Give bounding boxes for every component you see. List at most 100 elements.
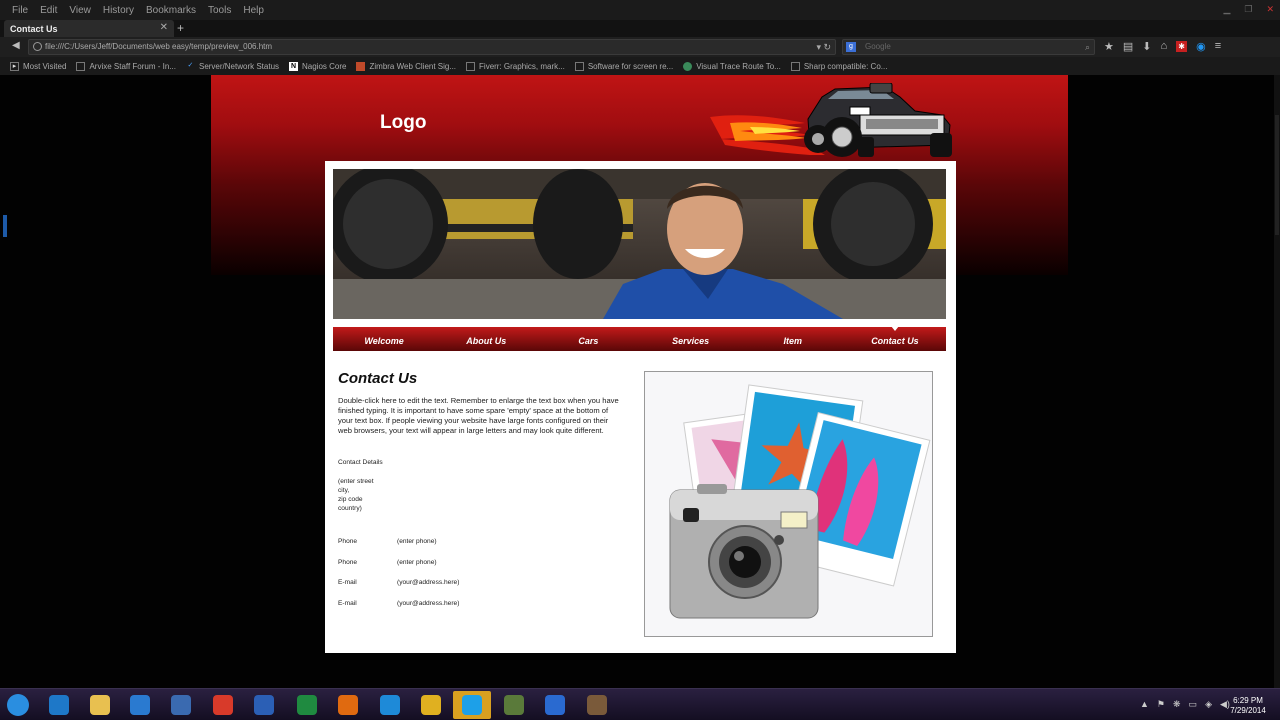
- bookmark-label: Sharp compatible: Co...: [803, 61, 888, 71]
- star-bookmark-icon[interactable]: ★: [1104, 40, 1114, 53]
- chrome-icon[interactable]: [421, 695, 441, 715]
- search-placeholder: Google: [865, 42, 891, 51]
- menu-file[interactable]: File: [6, 5, 34, 16]
- bookmark-arvixe[interactable]: Arvixe Staff Forum - In...: [76, 61, 176, 71]
- address-bar[interactable]: file:///C:/Users/Jeff/Documents/web easy…: [28, 39, 836, 55]
- tool-icon[interactable]: [587, 695, 607, 715]
- menu-edit[interactable]: Edit: [34, 5, 63, 16]
- ie-pinned-icon[interactable]: [49, 695, 69, 715]
- firefox-icon[interactable]: [338, 695, 358, 715]
- bookmark-software[interactable]: Software for screen re...: [574, 61, 674, 71]
- excel-icon[interactable]: [297, 695, 317, 715]
- vertical-scrollbar[interactable]: [1274, 75, 1280, 688]
- bookmark-sharp[interactable]: Sharp compatible: Co...: [790, 61, 888, 71]
- shield-tray-icon[interactable]: ◈: [1205, 699, 1212, 710]
- restore-icon[interactable]: ❐: [1244, 4, 1252, 15]
- page-icon: [790, 61, 800, 71]
- bookmark-label: Zimbra Web Client Sig...: [369, 61, 457, 71]
- menu-history[interactable]: History: [97, 5, 140, 16]
- screen: File Edit View History Bookmarks Tools H…: [0, 0, 1280, 720]
- clock-date: 7/29/2014: [1230, 706, 1266, 715]
- bookmark-zimbra[interactable]: Zimbra Web Client Sig...: [356, 61, 457, 71]
- navigation-toolbar: ◀ file:///C:/Users/Jeff/Documents/web ea…: [0, 37, 1280, 57]
- hero-mechanic-photo: [333, 169, 946, 319]
- nav-contact-us[interactable]: Contact Us: [844, 326, 946, 351]
- new-tab-icon[interactable]: +: [177, 21, 184, 35]
- search-engine-icon[interactable]: g: [846, 42, 856, 52]
- nav-item[interactable]: Item: [742, 327, 844, 351]
- addon-red-icon[interactable]: ✱: [1176, 41, 1188, 52]
- close-window-icon[interactable]: ✕: [1266, 4, 1274, 15]
- scrollbar-thumb[interactable]: [1275, 115, 1279, 235]
- tab-contact-us[interactable]: Contact Us ✕: [4, 20, 174, 37]
- internet-explorer-icon[interactable]: [380, 695, 400, 715]
- bookmark-icon: ▸: [10, 61, 19, 71]
- camera-photo-placeholder: [644, 371, 933, 637]
- email-label-2: E-mail: [338, 600, 357, 607]
- url-text: file:///C:/Users/Jeff/Documents/web easy…: [45, 42, 273, 51]
- email-value-2[interactable]: (your@address.here): [397, 599, 459, 608]
- globe-icon: [683, 61, 693, 71]
- menu-view[interactable]: View: [63, 5, 97, 16]
- menu-bookmarks[interactable]: Bookmarks: [140, 5, 202, 16]
- address-city: city,: [338, 487, 350, 494]
- close-tab-icon[interactable]: ✕: [160, 22, 168, 33]
- content-panel: Welcome About Us Cars Services Item Cont…: [325, 161, 956, 653]
- app-icon[interactable]: [504, 695, 524, 715]
- page-icon: [76, 61, 86, 71]
- page-icon: [466, 61, 476, 71]
- background-window-accent: [3, 215, 7, 237]
- nagios-n-icon: N: [289, 61, 299, 71]
- bookmark-most-visited[interactable]: ▸ Most Visited: [10, 61, 67, 71]
- page-info-icon[interactable]: [33, 42, 42, 51]
- tab-title: Contact Us: [10, 23, 58, 34]
- nav-services[interactable]: Services: [640, 327, 742, 351]
- bookmark-label: Software for screen re...: [587, 61, 674, 71]
- network-globe-icon[interactable]: [545, 695, 565, 715]
- page-title: Contact Us: [338, 370, 418, 387]
- bookmark-fiverr[interactable]: Fiverr: Graphics, mark...: [466, 61, 565, 71]
- bookmark-trace-route[interactable]: Visual Trace Route To...: [683, 61, 781, 71]
- bookmark-nagios[interactable]: N Nagios Core: [289, 61, 346, 71]
- download-icon[interactable]: ⬇: [1142, 40, 1151, 53]
- start-orb-icon[interactable]: [7, 694, 29, 716]
- nav-welcome[interactable]: Welcome: [333, 327, 435, 351]
- nav-about-us[interactable]: About Us: [435, 327, 537, 351]
- checkmark-icon: ✓: [187, 61, 194, 69]
- tray-expand-icon[interactable]: ▲: [1140, 699, 1149, 710]
- action-center-flag-icon[interactable]: ⚑: [1157, 699, 1165, 710]
- chat-icon[interactable]: [213, 695, 233, 715]
- taskbar-clock[interactable]: 6:29 PM 7/29/2014: [1222, 696, 1274, 716]
- display-tray-icon[interactable]: ▭: [1189, 699, 1198, 710]
- back-arrow-icon[interactable]: ◀: [12, 40, 20, 51]
- site-navigation: Welcome About Us Cars Services Item Cont…: [333, 326, 946, 351]
- email-value-1[interactable]: (your@address.here): [397, 578, 459, 587]
- tab-strip: Contact Us ✕ +: [0, 20, 1280, 37]
- home-icon[interactable]: ⌂: [1161, 40, 1168, 53]
- search-icon[interactable]: ⌕: [1085, 40, 1090, 54]
- minimize-icon[interactable]: ▁: [1223, 4, 1230, 15]
- menu-tools[interactable]: Tools: [202, 5, 237, 16]
- bookmark-label: Most Visited: [23, 61, 67, 71]
- system-tray: ▲ ⚑ ❋ ▭ ◈ ◀): [1140, 699, 1230, 710]
- clock-time: 6:29 PM: [1233, 696, 1263, 705]
- word-icon[interactable]: [254, 695, 274, 715]
- search-field[interactable]: g Google ⌕: [842, 39, 1095, 55]
- media-player-icon[interactable]: [171, 695, 191, 715]
- network-tray-icon[interactable]: ❋: [1173, 699, 1181, 710]
- reload-icon[interactable]: ▾ ↻: [816, 40, 831, 54]
- intro-text[interactable]: Double-click here to edit the text. Reme…: [338, 396, 623, 436]
- menu-help[interactable]: Help: [237, 5, 270, 16]
- site-logo[interactable]: Logo: [380, 112, 426, 134]
- addon-blue-icon[interactable]: ◉: [1196, 40, 1206, 53]
- nav-cars[interactable]: Cars: [537, 327, 639, 351]
- browser-menu-bar: File Edit View History Bookmarks Tools H…: [0, 0, 1280, 20]
- bookmark-label: Visual Trace Route To...: [696, 61, 781, 71]
- hamburger-menu-icon[interactable]: ≡: [1215, 40, 1221, 53]
- clipboard-icon[interactable]: ▤: [1123, 40, 1133, 53]
- page-icon: [574, 61, 584, 71]
- bookmark-server-status[interactable]: ✓ Server/Network Status: [186, 62, 279, 71]
- skype-icon[interactable]: [453, 691, 491, 719]
- wifi-icon[interactable]: [130, 695, 150, 715]
- folder-icon[interactable]: [90, 695, 110, 715]
